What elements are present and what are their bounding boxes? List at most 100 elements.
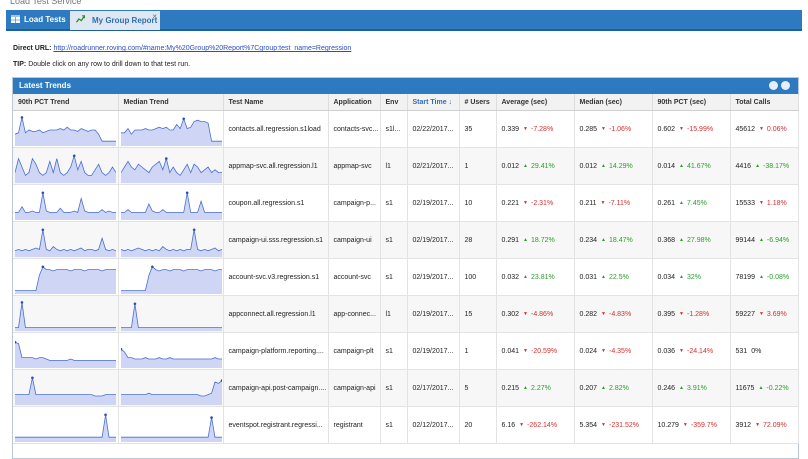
average-cell-change: -2.31% [523, 200, 553, 207]
sparkline-peak [104, 413, 107, 417]
total-calls-cell-value: 59227 [735, 310, 755, 318]
table-row[interactable]: coupon.all.regression.s1 campaign-p... s1 0… [13, 184, 799, 222]
sparkline-line [120, 348, 222, 360]
sparkline-peak [31, 376, 34, 380]
p90-trend-cell [13, 221, 119, 259]
median-trend-cell [118, 295, 224, 333]
sparkline-chart [120, 157, 222, 183]
median-trend-cell [118, 258, 224, 296]
sparkline-peak [41, 228, 45, 232]
tab-bar: Load Tests My Group Report × [6, 10, 802, 31]
application-cell: campaign-api [328, 369, 381, 407]
col-90th-pct-trend-header[interactable]: 90th PCT Trend [13, 94, 119, 111]
col-median-header[interactable]: Median (sec) [574, 94, 653, 111]
median-trend-cell [118, 184, 224, 222]
sparkline-chart [120, 416, 222, 442]
start-time-cell: 02/19/2017... [407, 258, 460, 296]
col-90th-pct-header[interactable]: 90th PCT (sec) [652, 94, 731, 111]
col-application-header[interactable]: Application [328, 94, 381, 111]
total-calls-cell-value: 15533 [735, 199, 755, 207]
p90-cell-value: 0.395 [657, 310, 676, 318]
test-name-cell: coupon.all.regression.s1 [223, 184, 329, 222]
sparkline-peak [209, 416, 213, 419]
env-cell: l1 [380, 147, 408, 185]
median-trend-cell [118, 332, 224, 370]
sparkline-peak [164, 157, 168, 160]
median-trend-cell [118, 406, 224, 444]
close-tab-icon[interactable]: × [152, 7, 157, 26]
application-cell: campaign-ui [328, 221, 381, 259]
table-icon [11, 15, 20, 23]
median-cell-change: -231.52% [601, 422, 639, 429]
table-row[interactable]: campaign-api.post-campaign.... campaign-a… [13, 369, 799, 407]
latest-trends-panel: Latest Trends 90th PCT Trend Median Trend… [12, 77, 799, 459]
median-cell-change: 22.5% [601, 274, 629, 281]
application-cell: campaign-p... [328, 184, 381, 222]
col-total-calls-header[interactable]: Total Calls [730, 94, 799, 111]
col-users-header[interactable]: # Users [459, 94, 497, 111]
col-test-name-header[interactable]: Test Name [223, 94, 329, 111]
table-row[interactable]: appmap-svc.all.regression.l1 appmap-svc l1… [13, 147, 799, 185]
average-cell-change: -7.28% [523, 126, 553, 133]
tab-my-group-report[interactable]: My Group Report × [70, 11, 160, 30]
average-cell: 0.041-20.59% [496, 332, 575, 370]
p90-cell-change: 32% [679, 274, 701, 281]
table-row[interactable]: campaign-ui.sss.regression.s1 campaign-ui… [13, 221, 799, 259]
test-name-cell: campaign-ui.sss.regression.s1 [223, 221, 329, 259]
col-average-header[interactable]: Average (sec) [496, 94, 575, 111]
sparkline-line [120, 380, 222, 397]
median-cell: 0.01214.29% [574, 147, 653, 185]
median-cell: 0.23418.47% [574, 221, 653, 259]
table-row[interactable]: contacts.all.regression.s1load contacts-s… [13, 110, 799, 148]
median-cell: 0.285-1.06% [574, 110, 653, 148]
median-cell-change: 14.29% [601, 163, 633, 170]
sparkline-peak [41, 265, 45, 269]
col-start-time-header[interactable]: Start Time ↓ [407, 94, 460, 111]
direct-url-link[interactable]: http://roadrunner.roving.com/#name:My%20… [53, 45, 351, 52]
total-calls-cell: 4416-38.17% [730, 147, 799, 185]
sparkline-area [15, 414, 116, 442]
table-row[interactable]: appconnect.all.regression.l1 app-connec..… [13, 295, 799, 333]
sparkline-area [15, 192, 116, 220]
sparkline-area [15, 342, 116, 368]
total-calls-cell: 15533 1.18% [730, 184, 799, 222]
sparkline-chart [120, 117, 222, 146]
print-icon[interactable] [769, 81, 778, 90]
average-cell-value: 0.302 [501, 310, 520, 318]
users-cell: 100 [459, 258, 497, 296]
col-median-trend-header[interactable]: Median Trend [118, 94, 224, 111]
median-cell-value: 0.024 [579, 347, 598, 355]
table-row[interactable]: campaign-platform.reporting.... campaign-… [13, 332, 799, 370]
table-row[interactable]: account-svc.v3.regression.s1 account-svc s… [13, 258, 799, 296]
sparkline-area [120, 417, 222, 442]
refresh-icon[interactable] [781, 81, 790, 90]
p90-cell: 0.01441.67% [652, 147, 731, 185]
median-cell-change: 2.82% [601, 385, 629, 392]
p90-cell-value: 0.261 [657, 199, 676, 207]
table-row[interactable]: eventspot.registrant.regressi... registra… [13, 406, 799, 444]
average-cell-value: 0.339 [501, 125, 520, 133]
env-cell: s1 [380, 258, 408, 296]
p90-cell-change: -15.99% [679, 126, 713, 133]
sparkline-area [15, 302, 116, 331]
p90-cell: 0.2617.45% [652, 184, 731, 222]
total-calls-cell: 391272.09% [730, 406, 799, 444]
median-cell-value: 0.031 [579, 273, 598, 281]
sparkline-area [120, 229, 222, 257]
median-cell: 0.211 -7.11% [574, 184, 653, 222]
sparkline-chart [15, 413, 116, 442]
average-cell: 0.339-7.28% [496, 110, 575, 148]
total-calls-cell-value: 99144 [735, 236, 755, 244]
average-cell-change: -262.14% [519, 422, 557, 429]
tab-label: My Group Report [92, 16, 158, 25]
median-cell-change: -4.83% [601, 311, 631, 318]
total-calls-cell: 59227 3.69% [730, 295, 799, 333]
tab-load-tests[interactable]: Load Tests [6, 10, 66, 29]
p90-cell-value: 0.034 [657, 273, 676, 281]
p90-trend-cell [13, 258, 119, 296]
total-calls-cell-change: 0.06% [759, 126, 787, 133]
average-cell-value: 0.032 [501, 273, 520, 281]
cropped-title-fragment: Load Test Service [10, 0, 82, 6]
col-env-header[interactable]: Env [380, 94, 408, 111]
sparkline-chart [15, 265, 116, 294]
